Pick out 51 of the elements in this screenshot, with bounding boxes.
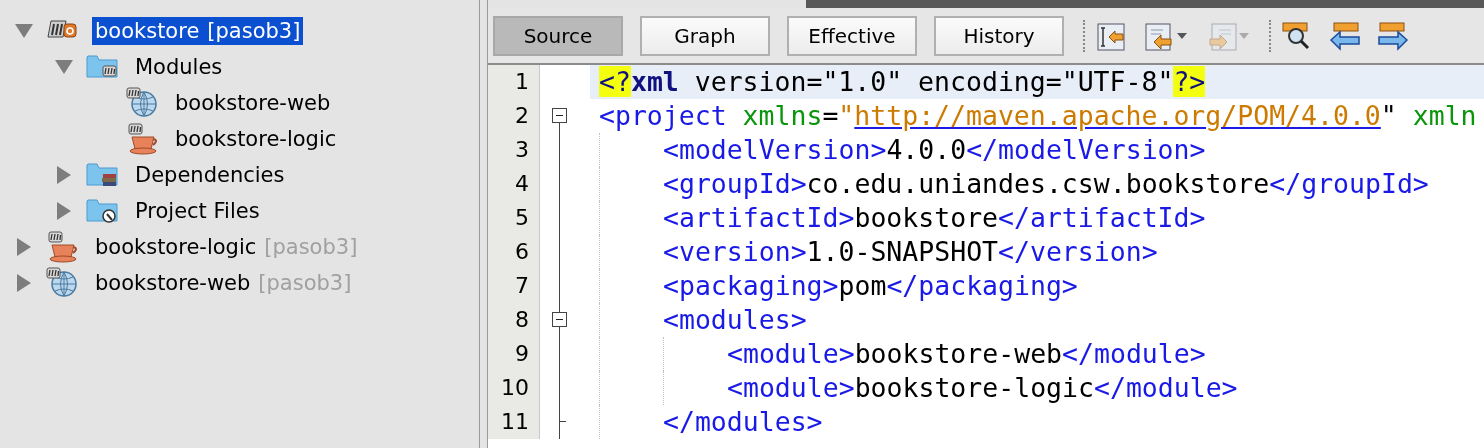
dropdown-caret-icon[interactable] (1175, 30, 1189, 41)
expanded-arrow-icon[interactable] (14, 23, 34, 39)
line-number: 1 (488, 65, 540, 99)
tree-item[interactable]: bookstore [pasob3] (92, 17, 304, 45)
line-number: 7 (488, 269, 540, 303)
tree-item-label: bookstore (95, 19, 200, 43)
view-tab[interactable]: Graph (640, 15, 770, 56)
collapsed-arrow-icon[interactable] (16, 273, 32, 293)
coffee-cup-icon (46, 231, 78, 263)
code-line: <modelVersion>4.0.0</modelVersion> (663, 133, 1206, 167)
code-line: <module>bookstore-web</module> (727, 337, 1206, 371)
branch-label: [pasob3] (258, 271, 352, 295)
code-line: <artifactId>bookstore</artifactId> (663, 201, 1206, 235)
branch-label: [pasob3] (264, 235, 358, 259)
code-line: <version>1.0-SNAPSHOT</version> (663, 235, 1158, 269)
left-arrow-icon (1329, 19, 1361, 52)
globe-icon (126, 87, 158, 119)
code-line: <groupId>co.edu.uniandes.csw.bookstore</groupId> (663, 167, 1429, 201)
line-number: 11 (488, 405, 540, 439)
view-tab[interactable]: Source (493, 15, 623, 56)
tree-item[interactable]: bookstore-web [pasob3] (92, 269, 355, 297)
collapse-icon[interactable] (552, 312, 567, 327)
view-tab[interactable]: History (934, 15, 1064, 56)
right-arrow-button[interactable] (1377, 19, 1409, 52)
coffee-cup-icon (126, 123, 158, 155)
code-line: <modules> (663, 303, 807, 337)
code-line: <module>bookstore-logic</module> (727, 371, 1238, 405)
collapsed-arrow-icon[interactable] (56, 201, 72, 221)
expanded-arrow-icon[interactable] (54, 59, 74, 75)
line-number: 8 (488, 303, 540, 337)
collapsed-arrow-icon[interactable] (56, 165, 72, 185)
code-line: <packaging>pom</packaging> (663, 269, 1078, 303)
view-tab[interactable]: Effective (787, 15, 917, 56)
collapse-icon[interactable] (552, 108, 567, 123)
line-number: 4 (488, 167, 540, 201)
right-arrow-icon (1377, 19, 1409, 52)
line-number: 2 (488, 99, 540, 133)
line-number: 6 (488, 235, 540, 269)
branch-label: [pasob3] (207, 19, 301, 43)
tree-item[interactable]: bookstore-logic [pasob3] (92, 233, 361, 261)
line-number: 3 (488, 133, 540, 167)
code-line: </modules> (663, 405, 823, 439)
line-number: 9 (488, 337, 540, 371)
line-number: 10 (488, 371, 540, 405)
code-line: <project xmlns="http://maven.apache.org/POM/4.0.0" xmln (599, 99, 1477, 133)
globe-icon (46, 267, 78, 299)
tree-item-label: bookstore-logic (95, 235, 257, 259)
tree-item-label: bookstore-web (95, 271, 251, 295)
left-arrow-button[interactable] (1329, 19, 1361, 52)
line-number: 5 (488, 201, 540, 235)
collapsed-arrow-icon[interactable] (16, 237, 32, 257)
